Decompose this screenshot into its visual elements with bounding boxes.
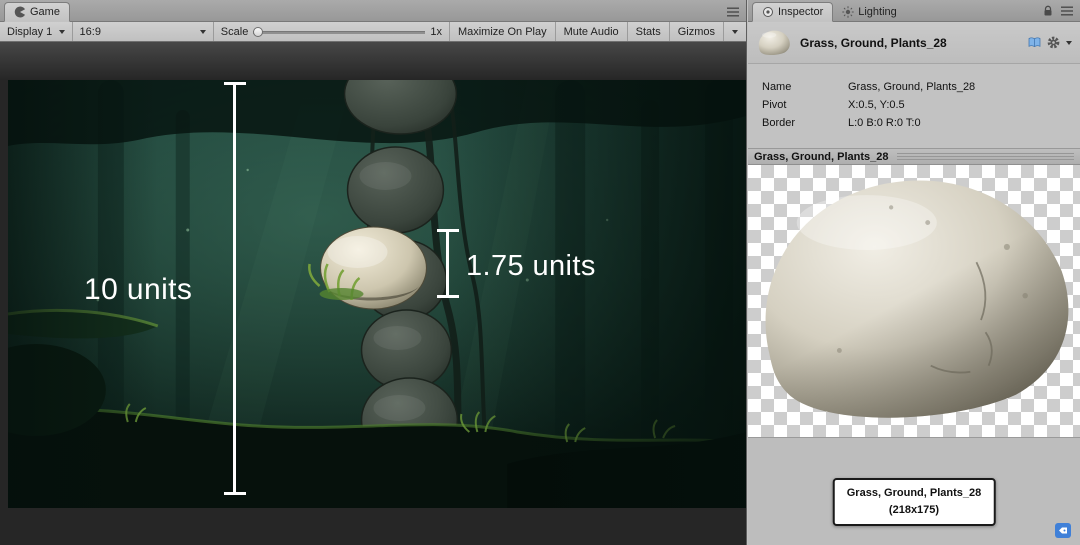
preview-header-title: Grass, Ground, Plants_28 <box>754 150 889 163</box>
mute-audio-label: Mute Audio <box>563 25 619 38</box>
property-value: X:0.5, Y:0.5 <box>848 99 905 111</box>
scale-slider[interactable] <box>253 26 426 38</box>
sprite-tag-icon[interactable] <box>1055 523 1071 538</box>
game-toolbar: Display 1 16:9 Scale 1x Maximize On Play <box>0 22 746 42</box>
display-dropdown-label: Display 1 <box>7 25 53 38</box>
game-panel: Game Display 1 16:9 Scale 1x Maximize On… <box>0 0 747 545</box>
chevron-down-icon <box>199 29 206 34</box>
asset-header: Grass, Ground, Plants_28 <box>748 22 1080 64</box>
gear-dropdown-arrow-icon[interactable] <box>1066 40 1072 45</box>
asset-thumbnail-rock <box>758 30 790 55</box>
preview-footer: Grass, Ground, Plants_28 (218x175) <box>748 438 1080 545</box>
gizmos-label: Gizmos <box>677 25 715 38</box>
sprite-properties: Name Grass, Ground, Plants_28 Pivot X:0.… <box>748 64 1080 148</box>
measure-long-cap-bottom <box>224 492 246 495</box>
gear-icon[interactable] <box>1047 36 1060 49</box>
lighting-tab-label: Lighting <box>858 6 897 18</box>
game-scene: 10 units 1.75 units <box>8 80 746 508</box>
sprite-preview <box>748 165 1080 438</box>
maximize-on-play-button[interactable]: Maximize On Play <box>448 22 555 41</box>
open-asset-book-icon[interactable] <box>1028 37 1041 48</box>
preview-drag-handle[interactable] <box>896 152 1074 162</box>
inspector-panel: Inspector Lighting Grass, Ground, Plants… <box>748 0 1080 545</box>
measure-short-label: 1.75 units <box>466 250 596 282</box>
inspector-tab-label: Inspector <box>778 6 824 18</box>
scale-control: Scale 1x <box>214 22 449 41</box>
game-tab-label: Game <box>30 6 60 18</box>
scale-slider-track <box>253 30 426 34</box>
chevron-down-icon <box>58 29 65 34</box>
sprite-caption-name: Grass, Ground, Plants_28 <box>846 487 982 499</box>
tab-inspector[interactable]: Inspector <box>752 2 834 22</box>
scale-slider-knob[interactable] <box>253 26 264 37</box>
gizmos-dropdown[interactable]: Gizmos <box>668 22 723 41</box>
lock-icon[interactable] <box>1042 5 1054 17</box>
measure-long-label: 10 units <box>84 273 193 306</box>
property-row-pivot: Pivot X:0.5, Y:0.5 <box>762 96 1080 114</box>
sprite-image <box>765 180 1069 418</box>
property-row-border: Border L:0 B:0 R:0 T:0 <box>762 114 1080 132</box>
property-value: L:0 B:0 R:0 T:0 <box>848 117 921 129</box>
game-viewport: 10 units 1.75 units <box>0 42 746 545</box>
game-pane-menu-icon[interactable] <box>727 7 739 17</box>
stats-button[interactable]: Stats <box>626 22 669 41</box>
measure-short-cap-bottom <box>437 295 459 298</box>
scale-value: 1x <box>430 25 442 38</box>
scale-label: Scale <box>220 25 249 38</box>
inspector-tabstrip: Inspector Lighting <box>748 0 1080 22</box>
property-row-name: Name Grass, Ground, Plants_28 <box>762 78 1080 96</box>
chevron-down-icon <box>732 29 738 34</box>
game-tab-icon <box>14 6 25 18</box>
mute-audio-button[interactable]: Mute Audio <box>554 22 627 41</box>
sun-icon <box>842 6 854 18</box>
aspect-ratio-dropdown[interactable]: 16:9 <box>73 22 214 41</box>
sprite-caption-size: (218x175) <box>888 504 940 517</box>
asset-title: Grass, Ground, Plants_28 <box>800 35 947 50</box>
property-value: Grass, Ground, Plants_28 <box>848 81 976 93</box>
property-label: Border <box>762 117 796 129</box>
tab-game[interactable]: Game <box>4 2 70 22</box>
sprite-caption-box: Grass, Ground, Plants_28 (218x175) <box>832 478 996 527</box>
measure-long-line <box>233 84 236 492</box>
aspect-ratio-label: 16:9 <box>79 25 101 38</box>
inspector-tab-icon <box>763 7 773 17</box>
asset-thumbnail <box>756 26 792 60</box>
display-dropdown[interactable]: Display 1 <box>0 22 73 41</box>
maximize-on-play-label: Maximize On Play <box>457 25 547 38</box>
measure-short-line <box>446 231 449 295</box>
property-label: Pivot <box>762 99 787 111</box>
tab-lighting[interactable]: Lighting <box>833 2 906 22</box>
gizmos-overflow-dropdown[interactable] <box>723 22 746 41</box>
unity-editor-window: Game Display 1 16:9 Scale 1x Maximize On… <box>0 0 1080 545</box>
property-label: Name <box>762 81 792 93</box>
game-tabstrip: Game <box>0 0 746 22</box>
viewport-letterbox-top <box>0 42 746 80</box>
preview-header[interactable]: Grass, Ground, Plants_28 <box>748 148 1080 165</box>
inspector-pane-menu-icon[interactable] <box>1061 6 1073 16</box>
stats-label: Stats <box>635 25 661 38</box>
